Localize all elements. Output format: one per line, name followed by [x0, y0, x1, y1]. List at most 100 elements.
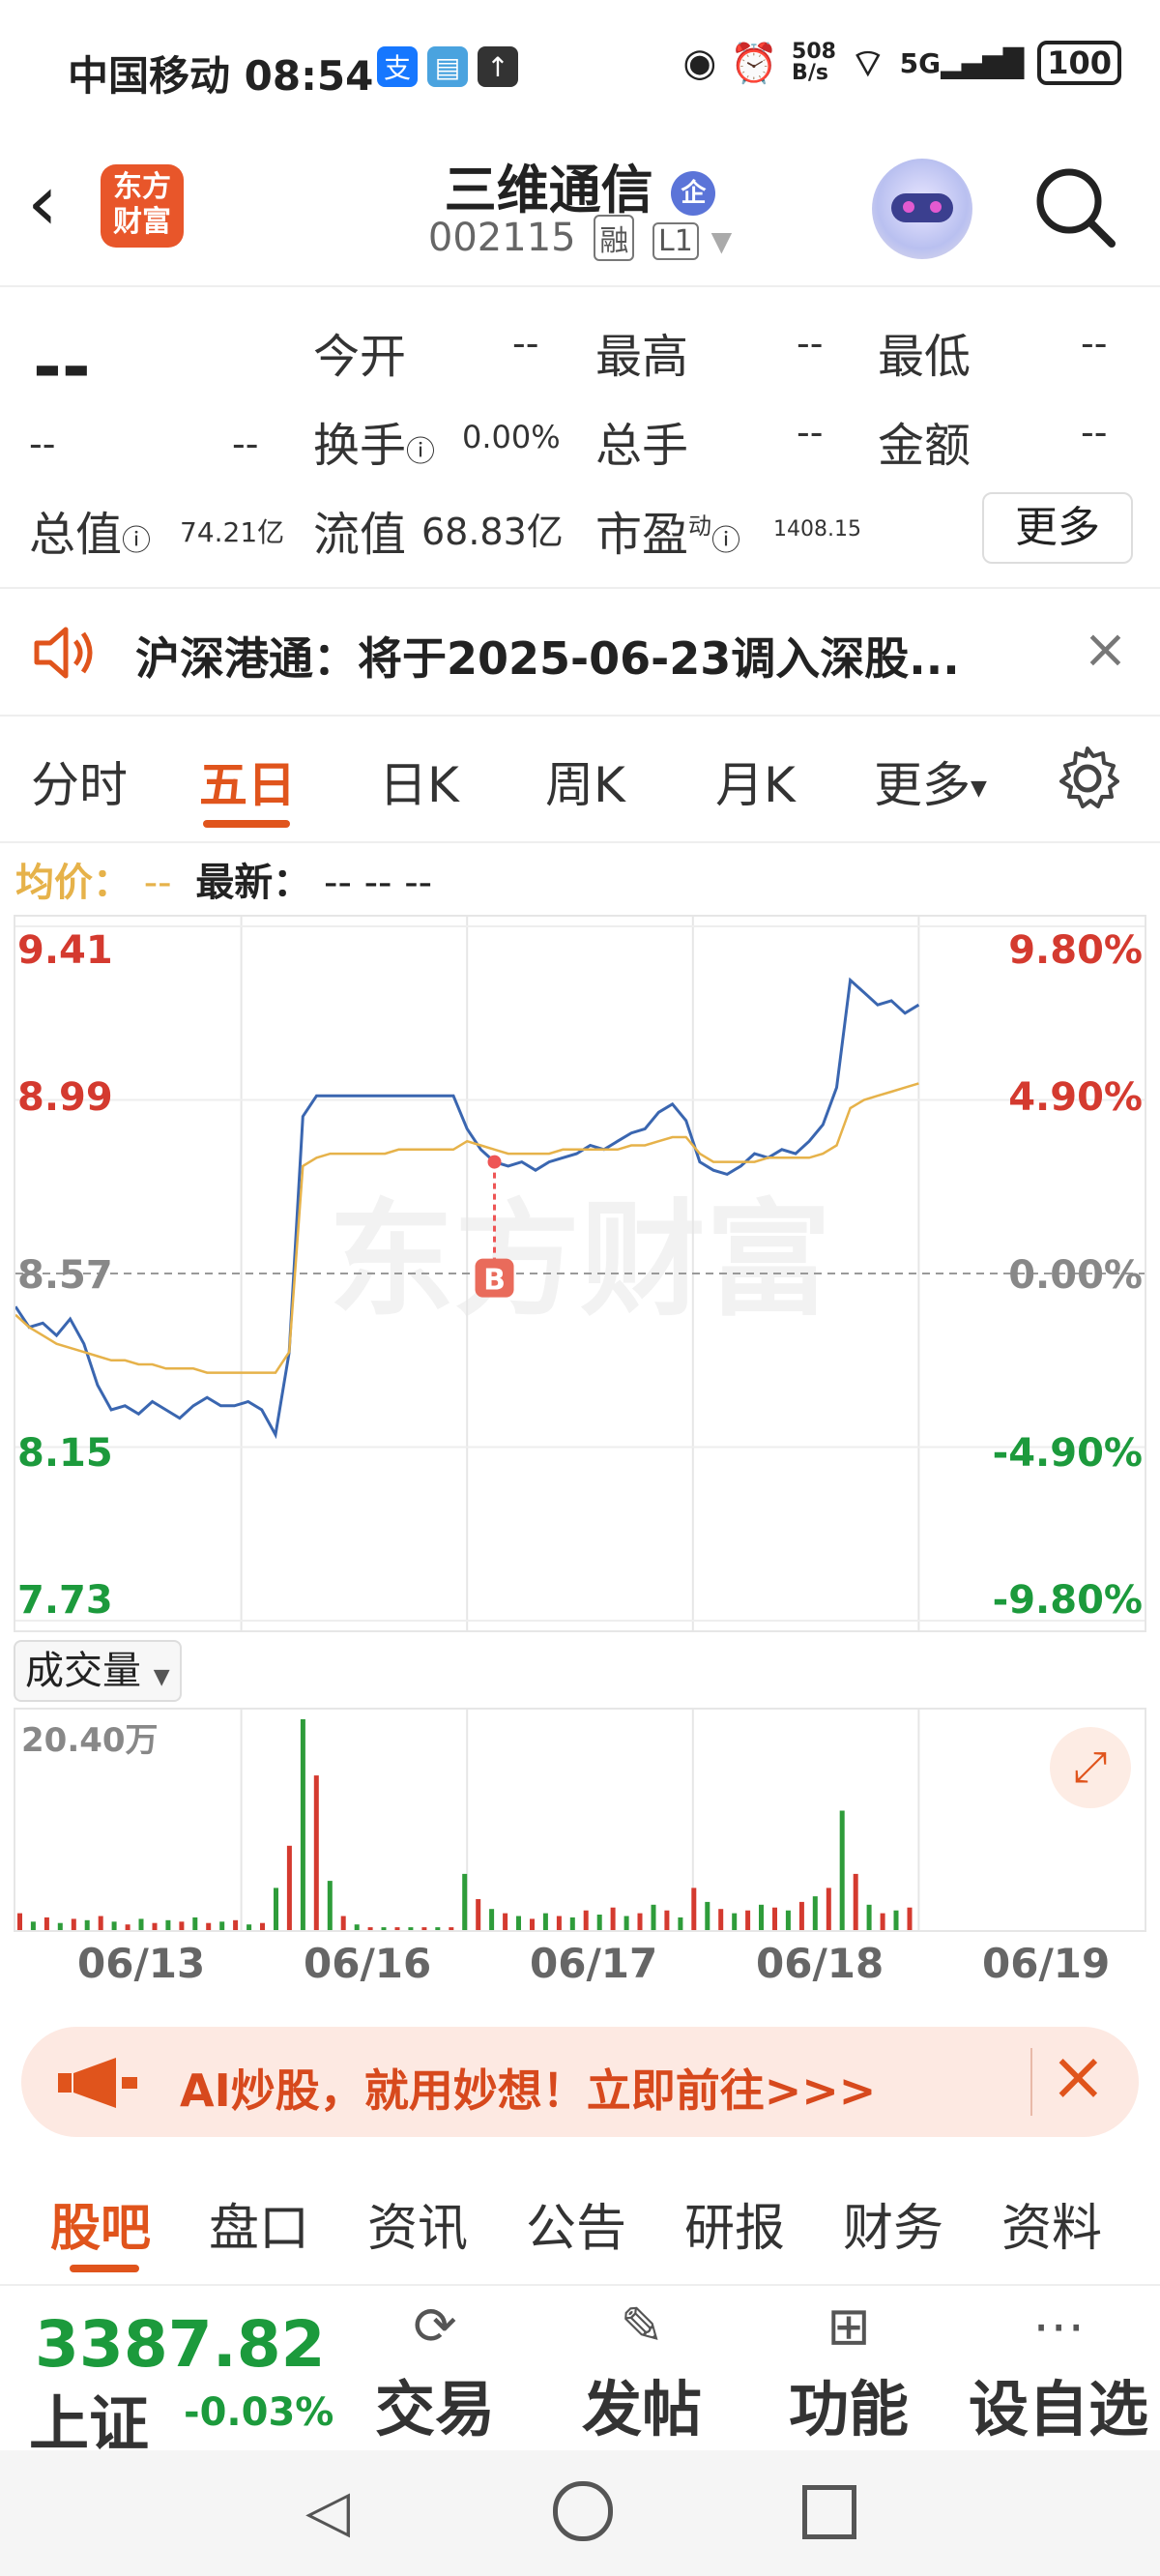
enterprise-tag-icon: 企: [671, 171, 716, 217]
chevron-down-icon: ▼: [971, 776, 987, 801]
price-chart[interactable]: 东方财富 B 9.41 8.99 8.57 8.15 7.73 9.80% 4.…: [14, 915, 1146, 1632]
active-tab-indicator: [203, 820, 290, 828]
ai-promo-text: AI炒股，就用妙想！立即前往>>>: [180, 2064, 877, 2117]
speaker-icon: [34, 627, 93, 679]
book-icon: ▤: [427, 46, 468, 87]
volume-bar: [839, 1810, 845, 1930]
volume-bar: [327, 1881, 333, 1930]
functions-button[interactable]: ⊞ 功能: [762, 2296, 936, 2447]
volume-selector[interactable]: 成交量 ▼: [14, 1640, 182, 1702]
volume-bar: [71, 1918, 76, 1930]
volume-bar: [516, 1916, 521, 1930]
volume-bar: [569, 1917, 575, 1930]
latest-price-label: 最新：: [195, 861, 312, 905]
price-chart-svg: 东方财富 B: [15, 917, 1145, 1630]
ai-assistant-avatar[interactable]: [872, 159, 972, 259]
volume-bar: [381, 1927, 387, 1930]
mktcap-value: 74.21亿: [180, 516, 285, 548]
volume-bar: [732, 1913, 738, 1930]
volume-max-label: 20.40万: [21, 1721, 159, 1760]
tab-monthly-k[interactable]: 月K: [715, 746, 796, 816]
signal-icon: 5G▂▄▆█: [899, 46, 1025, 79]
margin-badge: 融: [594, 215, 635, 261]
trade-button[interactable]: ⟳ 交易: [348, 2296, 522, 2447]
divider: [1030, 2048, 1032, 2116]
nav-home-icon[interactable]: [553, 2481, 613, 2541]
volume-value: --: [797, 411, 824, 454]
volume-bar: [893, 1910, 899, 1930]
volume-bar: [179, 1921, 185, 1930]
pe-label: 市盈动ⓘ: [595, 508, 741, 562]
index-change: -0.03%: [184, 2390, 334, 2435]
volume-bar: [274, 1888, 278, 1930]
yen-exchange-icon: ⟳: [413, 2296, 457, 2356]
close-banner-icon[interactable]: ×: [1050, 2036, 1107, 2116]
search-icon[interactable]: [1032, 164, 1119, 251]
volume-bar: [542, 1913, 548, 1930]
volume-bar: [530, 1918, 535, 1930]
tab-more[interactable]: 更多▼: [874, 746, 987, 816]
expand-icon[interactable]: ⤢: [1050, 1727, 1131, 1808]
tab-announcements[interactable]: 公告: [526, 2187, 626, 2260]
tab-intraday[interactable]: 分时: [31, 746, 128, 816]
volume-bar: [152, 1922, 158, 1930]
volume-bar: [84, 1919, 90, 1930]
x-tick-2: 06/17: [530, 1940, 658, 1987]
volume-bar: [17, 1913, 22, 1930]
nav-back-icon[interactable]: ◁: [305, 2477, 350, 2545]
alarm-icon: ⏰: [730, 41, 779, 86]
tab-order-book[interactable]: 盘口: [209, 2187, 309, 2260]
gear-icon[interactable]: [1054, 745, 1121, 812]
tab-weekly-k[interactable]: 周K: [545, 746, 625, 816]
tab-daily-k[interactable]: 日K: [379, 746, 459, 816]
chevron-down-icon: ▼: [153, 1665, 170, 1689]
quote-panel: -- -- -- 今开 -- 最高 -- 最低 -- 换手ⓘ 0.00% 总手 …: [0, 287, 1160, 589]
volume-chart-svg: [17, 1710, 920, 1930]
pe-value: 1408.15: [773, 517, 861, 542]
nav-recents-icon[interactable]: [802, 2485, 856, 2539]
open-label: 今开: [313, 330, 407, 384]
more-quote-button[interactable]: 更多: [982, 492, 1133, 564]
tab-five-day[interactable]: 五日: [199, 746, 296, 816]
latest-price-values: -- -- --: [324, 861, 433, 905]
tab-research[interactable]: 研报: [684, 2187, 785, 2260]
volume-bar: [745, 1910, 751, 1930]
x-tick-1: 06/16: [304, 1940, 432, 1987]
current-price: --: [33, 326, 91, 407]
info-icon[interactable]: ⓘ: [122, 524, 151, 558]
volume-bar: [583, 1910, 589, 1930]
add-watchlist-button[interactable]: ⋯ 设自选: [957, 2296, 1160, 2447]
megaphone-icon: [58, 2058, 137, 2108]
volume-chart[interactable]: 20.40万 ⤢: [14, 1708, 1146, 1932]
tab-news[interactable]: 资讯: [367, 2187, 468, 2260]
index-name: 上证: [29, 2388, 150, 2459]
status-indicators: ◉ ⏰ 508 B/s ⌔ 5G▂▄▆█ 100: [682, 39, 1121, 87]
mktcap-label: 总值ⓘ: [29, 508, 152, 562]
stock-name: 三维通信: [444, 160, 653, 220]
info-icon[interactable]: ⓘ: [711, 524, 740, 558]
volume-bar: [435, 1927, 441, 1930]
tab-profile[interactable]: 资料: [1001, 2187, 1102, 2260]
stock-code-row[interactable]: 002115 融 L1 ▼: [0, 215, 1160, 261]
notice-bar[interactable]: 沪深港通：将于2025-06-23调入深股... ×: [0, 589, 1160, 717]
volume-bar: [637, 1913, 643, 1930]
volume-bar: [125, 1924, 130, 1930]
volume-bar: [651, 1904, 656, 1930]
tab-forum[interactable]: 股吧: [50, 2187, 151, 2260]
stock-code: 002115: [427, 216, 576, 260]
change-percent: --: [232, 423, 259, 465]
tab-finance[interactable]: 财务: [843, 2187, 943, 2260]
volume-bar: [759, 1904, 764, 1930]
volume-bar: [798, 1901, 804, 1930]
grid-icon: ⊞: [826, 2296, 871, 2356]
volume-bar: [354, 1924, 360, 1930]
info-icon[interactable]: ⓘ: [406, 435, 435, 469]
post-button[interactable]: ✎ 发帖: [555, 2296, 729, 2447]
x-tick-3: 06/18: [756, 1940, 884, 1987]
close-notice-icon[interactable]: ×: [1083, 618, 1128, 681]
carrier-time: 中国移动 08:54: [68, 52, 374, 100]
index-ticker[interactable]: 3387.82 上证 -0.03%: [0, 2286, 348, 2459]
stock-title: 三维通信 企: [0, 147, 1160, 223]
ai-promo-banner[interactable]: AI炒股，就用妙想！立即前往>>> ×: [21, 2027, 1139, 2137]
volume-bar: [596, 1915, 602, 1930]
